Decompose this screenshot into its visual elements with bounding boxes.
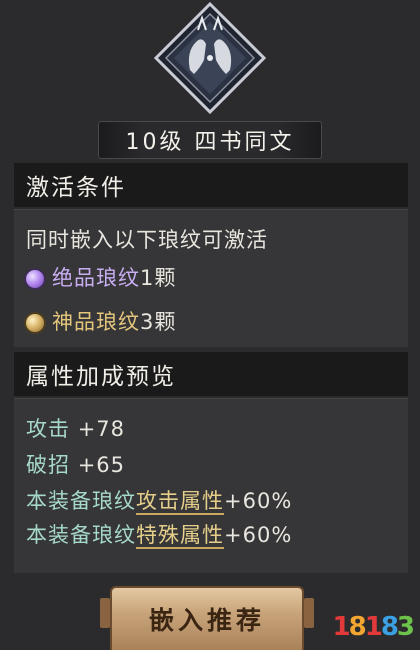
requirement-count: 3颗 [140,310,177,334]
bonus-row: 本装备琅纹特殊属性+60% [26,519,292,549]
site-watermark-logo: 1 8 1 8 3 [333,612,415,642]
bonus-value: +60% [224,523,293,547]
preview-header-text: 属性加成预览 [26,364,176,390]
requirement-count: 1颗 [140,266,177,290]
bonus-prefix: 本装备琅纹 [26,523,136,547]
set-emblem-icon [153,1,267,115]
stat-row: 破招 +65 [26,449,125,479]
requirement-row: 绝品琅纹1颗 [26,262,176,292]
gold-gem-icon [26,314,44,332]
requirement-name: 绝品琅纹 [52,266,140,290]
requirement-name: 神品琅纹 [52,310,140,334]
stat-value: +78 [77,417,126,441]
bonus-value: +60% [224,489,293,513]
bonus-prefix: 本装备琅纹 [26,489,136,513]
purple-gem-icon [26,270,44,288]
bonus-attribute: 特殊属性 [136,523,224,549]
stat-row: 攻击 +78 [26,413,125,443]
set-level-title: 10级 四书同文 [98,121,322,159]
embed-recommend-button[interactable]: 嵌入推荐 [100,586,314,650]
preview-panel: 攻击 +78 破招 +65 本装备琅纹攻击属性+60% 本装备琅纹特殊属性+60… [14,398,408,573]
embed-button-label: 嵌入推荐 [148,606,265,635]
bonus-row: 本装备琅纹攻击属性+60% [26,485,292,515]
level-title-text: 10级 四书同文 [125,130,295,155]
activation-header-text: 激活条件 [26,175,126,201]
stat-value: +65 [77,453,126,477]
activation-intro: 同时嵌入以下琅纹可激活 [26,228,268,252]
requirement-row: 神品琅纹3颗 [26,306,176,336]
watermark-char: 3 [396,612,415,642]
stat-label: 攻击 [26,417,70,441]
bonus-attribute: 攻击属性 [136,489,224,515]
activation-header: 激活条件 [14,163,408,207]
preview-header: 属性加成预览 [14,352,408,396]
stat-label: 破招 [26,453,70,477]
activation-panel: 同时嵌入以下琅纹可激活 绝品琅纹1颗 神品琅纹3颗 [14,209,408,347]
